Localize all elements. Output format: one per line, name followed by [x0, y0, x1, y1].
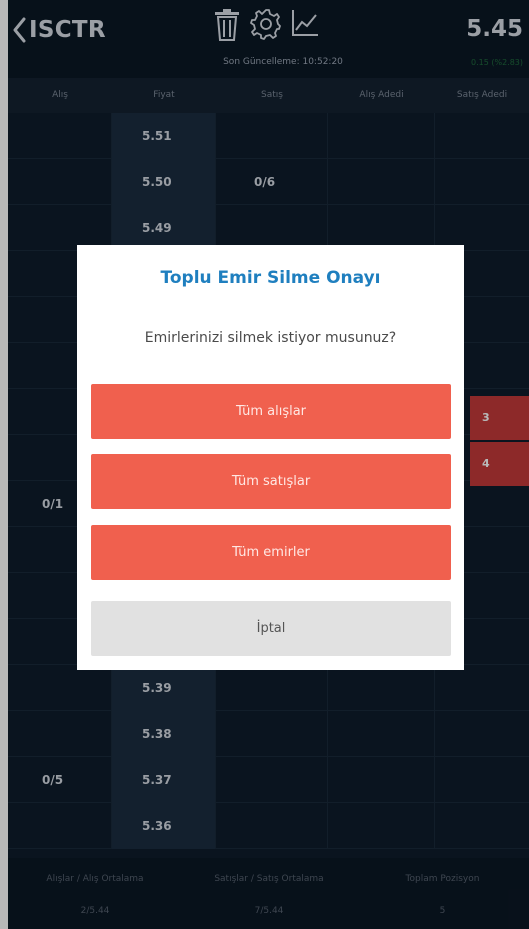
cancel-button[interactable]: İptal	[91, 601, 451, 656]
delete-all-buys-button[interactable]: Tüm alışlar	[91, 384, 451, 439]
delete-all-sells-button[interactable]: Tüm satışlar	[91, 454, 451, 509]
delete-all-orders-button[interactable]: Tüm emirler	[91, 525, 451, 580]
dialog-message: Emirlerinizi silmek istiyor musunuz?	[144, 330, 397, 346]
dialog-title: Toplu Emir Silme Onayı	[160, 268, 381, 288]
bulk-delete-dialog: Toplu Emir Silme Onayı Emirlerinizi silm…	[77, 245, 464, 670]
